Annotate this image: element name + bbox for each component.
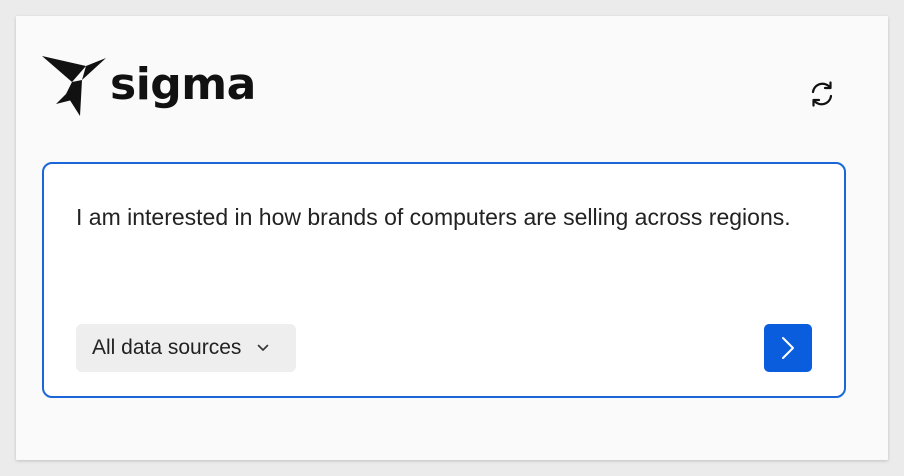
prompt-input-box[interactable]: I am interested in how brands of compute…	[42, 162, 846, 398]
send-button[interactable]	[764, 324, 812, 372]
sigma-logo: sigma	[42, 54, 256, 118]
data-source-selected-label: All data sources	[92, 336, 242, 359]
chevron-down-icon	[257, 344, 269, 352]
prompt-text[interactable]: I am interested in how brands of compute…	[76, 198, 816, 236]
data-source-dropdown[interactable]: All data sources	[76, 324, 296, 372]
brand-name: sigma	[110, 59, 256, 110]
ask-panel-card: sigma I am interested in how brands of c…	[16, 16, 888, 460]
refresh-icon	[811, 81, 833, 107]
refresh-button[interactable]	[802, 74, 842, 114]
chevron-right-icon	[782, 337, 794, 359]
sigma-bird-logo-icon	[42, 56, 106, 116]
